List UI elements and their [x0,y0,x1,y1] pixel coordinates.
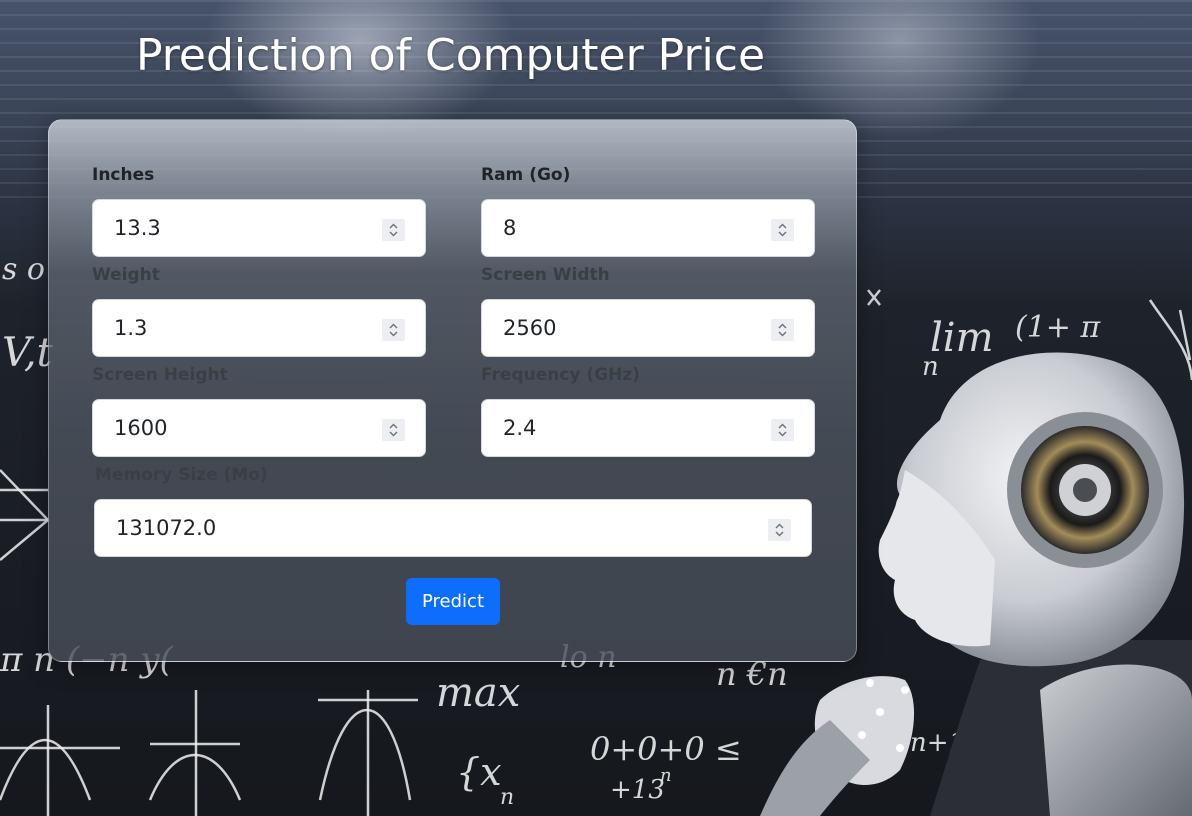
ram-value: 8 [503,216,517,240]
weight-label: Weight [92,265,160,285]
screen-width-label: Screen Width [481,265,610,285]
ram-label: Ram (Go) [481,165,571,185]
spinner-arrows-icon [389,423,398,437]
screen-width-spinner[interactable] [771,319,794,341]
inches-spinner[interactable] [382,219,405,241]
spinner-arrows-icon [778,223,787,237]
inches-value: 13.3 [114,216,161,240]
weight-spinner[interactable] [382,319,405,341]
screen-height-label: Screen Height [92,365,228,385]
page-title: Prediction of Computer Price [136,30,766,81]
spinner-arrows-icon [778,323,787,337]
inches-input[interactable]: 13.3 [92,199,426,257]
ram-spinner[interactable] [771,219,794,241]
memory-size-value: 131072.0 [116,516,217,540]
frequency-input[interactable]: 2.4 [481,399,815,457]
inches-label: Inches [92,165,155,185]
frequency-spinner[interactable] [771,419,794,441]
memory-size-label: Memory Size (Mo) [95,465,268,485]
memory-size-input[interactable]: 131072.0 [94,499,812,557]
frequency-label: Frequency (GHz) [481,365,641,385]
memory-size-spinner[interactable] [768,519,791,541]
weight-value: 1.3 [114,316,148,340]
spinner-arrows-icon [778,423,787,437]
screen-height-input[interactable]: 1600 [92,399,426,457]
predict-button[interactable]: Predict [406,578,500,625]
spinner-arrows-icon [389,323,398,337]
spinner-arrows-icon [775,523,784,537]
frequency-value: 2.4 [503,416,537,440]
weight-input[interactable]: 1.3 [92,299,426,357]
screen-width-input[interactable]: 2560 [481,299,815,357]
screen-width-value: 2560 [503,316,557,340]
ram-input[interactable]: 8 [481,199,815,257]
spinner-arrows-icon [389,223,398,237]
screen-height-value: 1600 [114,416,168,440]
screen-height-spinner[interactable] [382,419,405,441]
